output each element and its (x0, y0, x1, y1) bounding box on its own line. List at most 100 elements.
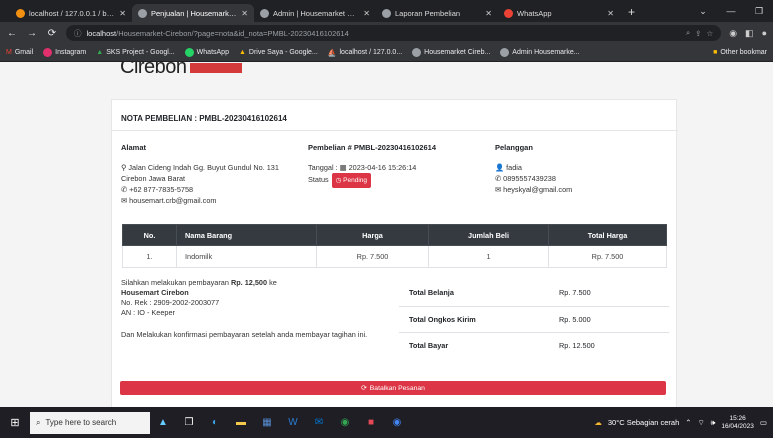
tab-strip: localhost / 127.0.0.1 / bahan ✕ Penjualan… (0, 0, 773, 22)
globe-favicon-icon (138, 8, 147, 18)
calculator-icon[interactable]: ▦ (254, 417, 280, 428)
envelope-icon: ✉ (121, 196, 128, 205)
windows-start-icon[interactable]: ⊞ (0, 416, 30, 429)
volume-icon[interactable]: 🕪 (711, 418, 716, 428)
calendar-icon: ▦ (339, 163, 347, 172)
close-tab-icon[interactable]: ✕ (363, 9, 370, 18)
close-tab-icon[interactable]: ✕ (119, 9, 126, 18)
whatsapp-icon (184, 48, 194, 57)
cell-price: Rp. 7.500 (316, 245, 429, 268)
back-button[interactable]: ← (6, 28, 18, 39)
whatsapp-favicon-icon (504, 8, 513, 18)
chrome-profile-icon[interactable]: ◉ (384, 417, 410, 428)
summary-value: Rp. 5.000 (549, 306, 669, 333)
bookmark-housemarket[interactable]: Housemarket Cireb... (412, 48, 490, 57)
extension-icon[interactable]: ◉ (729, 28, 737, 39)
browser-tab-admin[interactable]: Admin | Housemarket Cirebo ✕ (254, 4, 376, 22)
word-icon[interactable]: W (280, 417, 306, 428)
site-logo[interactable]: Cirebon (120, 62, 242, 79)
browser-tab-penjualan[interactable]: Penjualan | Housemarket Cire ✕ (132, 4, 254, 22)
site-info-icon[interactable]: ⓘ (74, 28, 82, 39)
cancel-order-button[interactable]: ⟳ Batalkan Pesanan (120, 381, 666, 395)
bookmark-instagram[interactable]: Instagram (43, 48, 86, 57)
bookmark-drive[interactable]: ▲ Drive Saya - Google... (239, 49, 318, 56)
col-item-name: Nama Barang (176, 224, 317, 246)
other-bookmarks[interactable]: ■ Other bookmar (713, 49, 767, 56)
tab-title: Laporan Pembelian (395, 8, 461, 18)
browser-tab-phpmyadmin[interactable]: localhost / 127.0.0.1 / bahan ✕ (10, 4, 132, 22)
bookmark-gmail[interactable]: M Gmail (6, 49, 33, 56)
customer-heading: Pelanggan (495, 143, 533, 152)
cell-item-name: Indomilk (176, 245, 317, 268)
browser-tab-whatsapp[interactable]: WhatsApp ✕ (498, 4, 620, 22)
bookmark-admin[interactable]: Admin Housemarke... (500, 48, 580, 57)
clock-time: 15:26 (729, 414, 746, 422)
network-icon[interactable]: ⌔ (698, 418, 705, 428)
col-no: No. (122, 224, 177, 246)
bookmark-localhost[interactable]: ⛵ localhost / 127.0.0... (328, 49, 402, 57)
globe-favicon-icon (382, 8, 391, 18)
close-tab-icon[interactable]: ✕ (485, 9, 492, 18)
close-tab-icon[interactable]: ✕ (607, 9, 614, 18)
summary-value: Rp. 7.500 (549, 280, 669, 307)
zoom-icon[interactable]: ⌕ (686, 28, 690, 38)
bookmark-label: Drive Saya - Google... (248, 49, 318, 56)
globe-icon (500, 48, 510, 57)
sidepanel-icon[interactable]: ◧ (745, 28, 754, 39)
summary-row: Total Ongkos Kirim Rp. 5.000 (399, 306, 669, 333)
taskbar: ⊞ ⌕ Type here to search ▲ ❒ ◐ ▬ ▦ W ✉ ◉ ■… (0, 407, 773, 438)
url-bar[interactable]: ⓘ localhost/Housemarket-Cirebon/?page=no… (66, 25, 722, 41)
browser-tab-laporan[interactable]: Laporan Pembelian ✕ (376, 4, 498, 22)
status-label: Status (308, 175, 329, 184)
tab-search-icon[interactable]: ⌄ (689, 6, 717, 17)
chrome-icon[interactable]: ◉ (332, 417, 358, 428)
pay-text-suffix: ke (269, 278, 277, 287)
file-explorer-icon[interactable]: ▬ (228, 417, 254, 428)
bookmark-star-icon[interactable]: ☆ (706, 29, 713, 38)
address-heading: Alamat (121, 143, 147, 152)
summary-table: Total Belanja Rp. 7.500 Total Ongkos Kiri… (399, 280, 669, 358)
cell-no: 1. (122, 245, 177, 268)
edge-icon[interactable]: ◐ (202, 417, 228, 428)
share-icon[interactable]: ⇪ (695, 29, 701, 38)
account-name: AN : IO - Keeper (121, 308, 175, 317)
bank-name: Housemart Cirebon (121, 288, 189, 297)
bookmark-whatsapp[interactable]: WhatsApp (184, 48, 229, 57)
envelope-icon: ✉ (495, 185, 502, 194)
bookmark-label: localhost / 127.0.0... (339, 49, 403, 56)
tray-chevron-icon[interactable]: ⌃ (685, 418, 691, 427)
taskbar-search[interactable]: ⌕ Type here to search (30, 411, 150, 434)
url-host: localhost (86, 28, 117, 38)
tab-title: WhatsApp (517, 8, 552, 18)
clock[interactable]: 15:26 16/04/2023 (721, 415, 754, 431)
mail-icon[interactable]: ✉ (306, 417, 332, 428)
widget-icon[interactable]: ▲ (150, 417, 176, 428)
forward-button[interactable]: → (26, 28, 38, 39)
notification-icon[interactable]: ▭ (760, 418, 767, 427)
task-view-icon[interactable]: ❒ (176, 417, 202, 428)
map-marker-icon: ⚲ (121, 163, 127, 172)
new-tab-button[interactable]: + (620, 5, 643, 19)
items-table: No. Nama Barang Harga Jumlah Beli Total … (122, 224, 667, 268)
table-row: 1. Indomilk Rp. 7.500 1 Rp. 7.500 (122, 245, 667, 268)
reload-button[interactable]: ⟳ (46, 28, 58, 39)
window-controls: ⌄ — ❐ (689, 0, 773, 22)
profile-icon[interactable]: ● (762, 28, 767, 38)
bookmark-label: WhatsApp (196, 49, 229, 56)
bookmark-sks[interactable]: ▲ SKS Project - Googl... (96, 49, 174, 56)
maximize-button[interactable]: ❐ (745, 6, 773, 17)
cell-quantity: 1 (428, 245, 549, 268)
col-quantity: Jumlah Beli (428, 224, 549, 246)
system-tray: ☁ 30°C Sebagian cerah ⌃ ⌔ 🕪 15:26 16/04/2… (594, 415, 773, 431)
divider (112, 130, 678, 131)
close-tab-icon[interactable]: ✕ (241, 9, 248, 18)
store-phone: +62 877-7835-5758 (129, 185, 194, 194)
phpmyadmin-icon: ⛵ (327, 49, 337, 57)
date-label: Tanggal : (308, 163, 338, 172)
minimize-button[interactable]: — (717, 6, 745, 16)
weather-text[interactable]: 30°C Sebagian cerah (608, 418, 679, 427)
globe-favicon-icon (260, 8, 269, 18)
customer-name: fadia (506, 163, 522, 172)
app-icon[interactable]: ■ (358, 417, 384, 428)
bookmark-label: SKS Project - Googl... (106, 49, 175, 56)
